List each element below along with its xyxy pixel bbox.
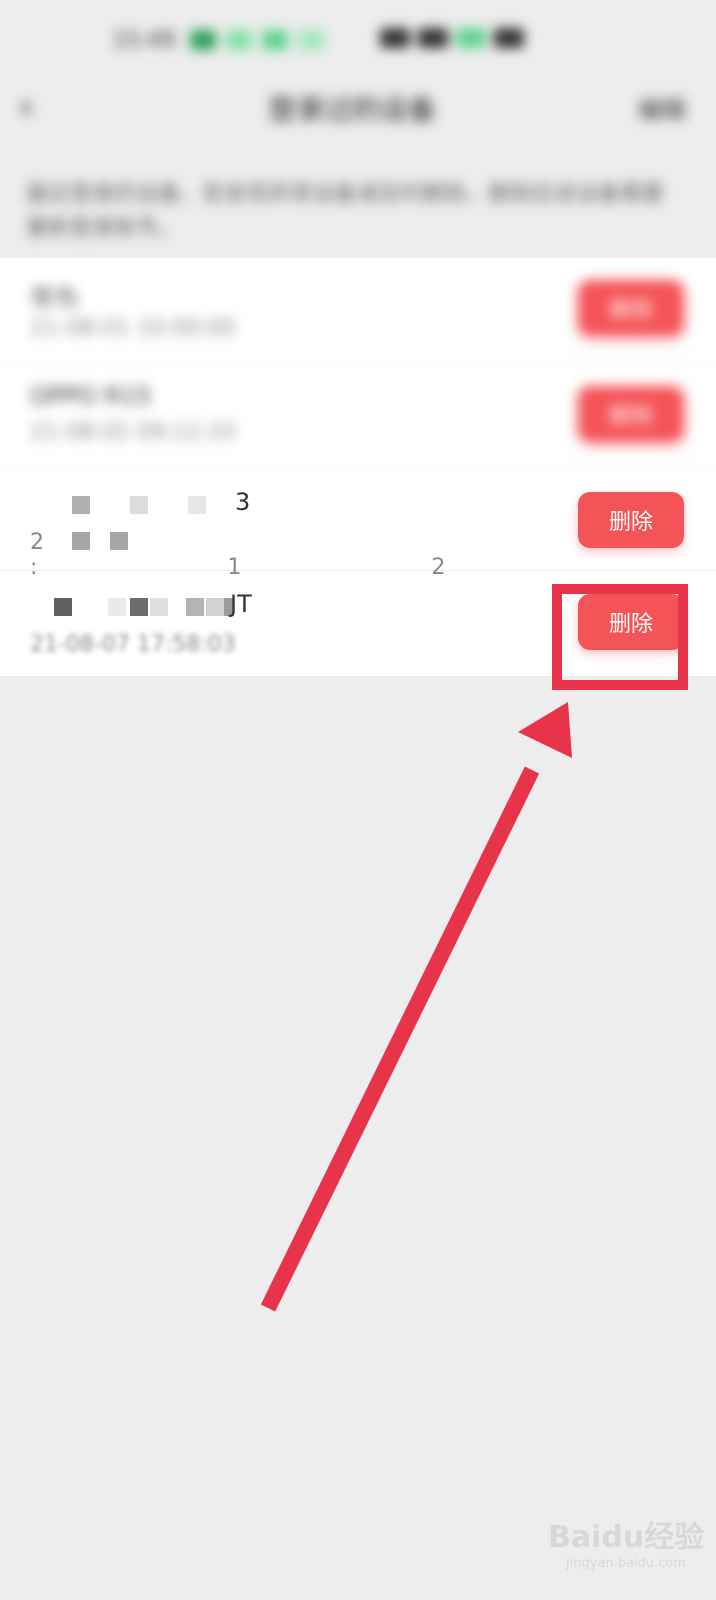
watermark: Baidu经验 jingyan.baidu.com — [548, 1512, 704, 1571]
watermark-sub: jingyan.baidu.com — [566, 1556, 686, 1571]
arrow-head — [518, 702, 572, 758]
baidu-logo: Baidu经验 — [548, 1520, 705, 1555]
arrow-shaft — [260, 766, 540, 1312]
arrow-annotation — [260, 702, 572, 1312]
